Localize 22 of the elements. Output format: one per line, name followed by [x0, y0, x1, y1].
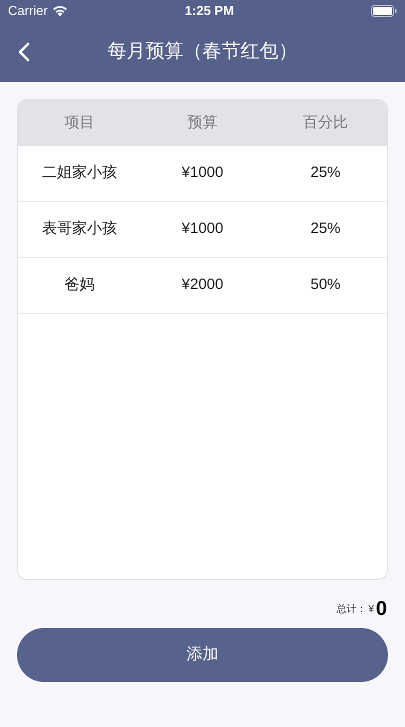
table-cell: ¥1000 [182, 164, 224, 182]
clock-time: 1:25 PM [184, 2, 234, 20]
column-header: 百分比 [303, 114, 348, 131]
column-header: 预算 [188, 114, 218, 131]
back-icon [18, 42, 30, 62]
table-cell: 25% [310, 164, 341, 182]
page-title: 每月预算（春节红包） [108, 40, 298, 62]
table-cell: 50% [310, 276, 341, 294]
currency-symbol: ¥ [368, 603, 374, 617]
table-cell: ¥2000 [182, 276, 224, 294]
wifi-icon [52, 5, 68, 17]
total-amount: 0 [376, 599, 387, 619]
carrier-label: Carrier [8, 2, 48, 20]
table-cell: ¥1000 [182, 220, 224, 238]
total-label: 总计： [336, 602, 366, 617]
battery-icon [371, 5, 397, 17]
table-cell: 25% [310, 220, 341, 238]
table-cell: 二姐家小孩 [42, 164, 117, 182]
table-cell: 表哥家小孩 [42, 220, 117, 238]
add-button[interactable]: 添加 [17, 628, 388, 682]
column-header: 项目 [64, 114, 94, 131]
table-cell: 爸妈 [64, 276, 94, 294]
